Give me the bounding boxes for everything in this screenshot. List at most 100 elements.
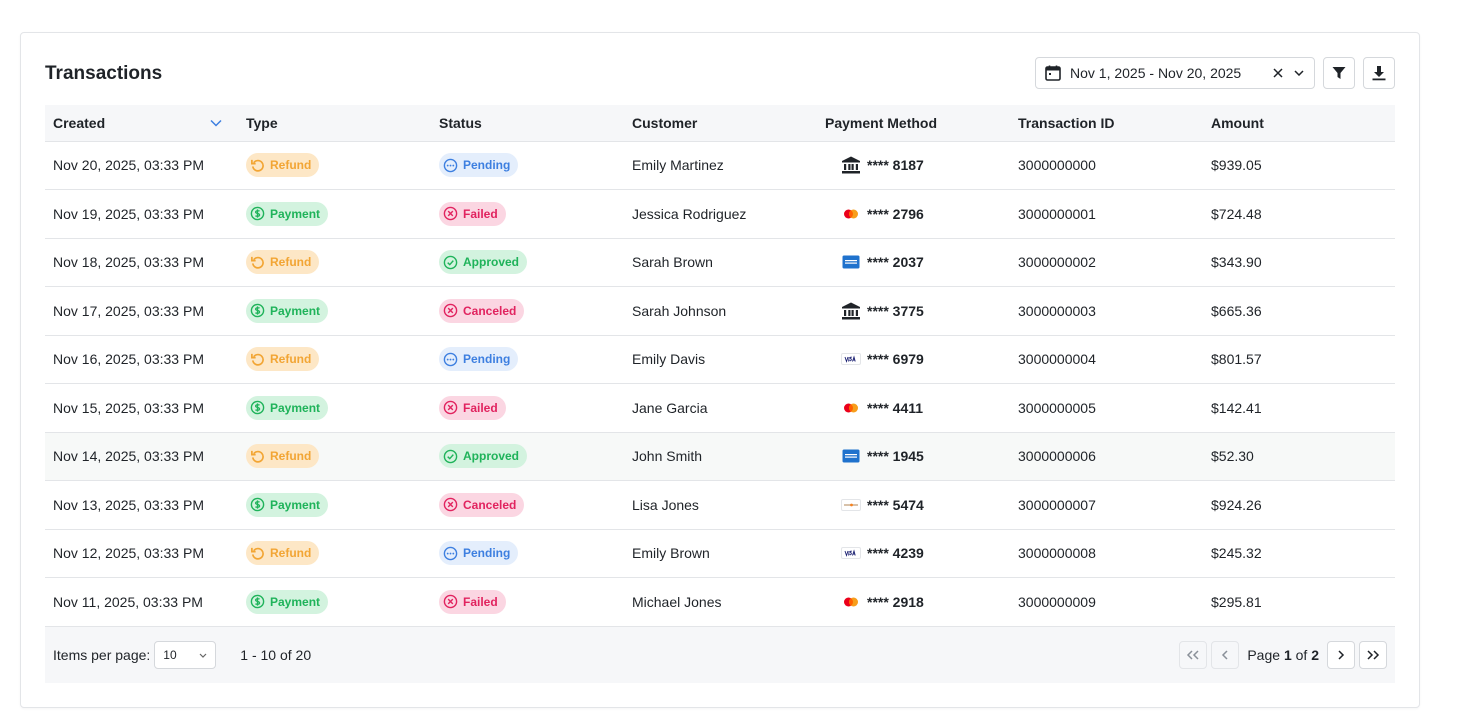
approved-icon bbox=[443, 449, 458, 464]
table-row[interactable]: Nov 20, 2025, 03:33 PM Refund Pending Em… bbox=[45, 141, 1395, 190]
payment-method-cell: **** 2918 bbox=[817, 578, 1010, 627]
clear-icon[interactable] bbox=[1270, 65, 1286, 81]
column-header-amount[interactable]: Amount bbox=[1203, 105, 1395, 142]
table-row[interactable]: Nov 15, 2025, 03:33 PM Payment Failed Ja… bbox=[45, 384, 1395, 432]
dollar-icon bbox=[250, 497, 265, 512]
refund-icon bbox=[250, 546, 265, 561]
card-number: **** 5474 bbox=[867, 496, 924, 513]
sort-chevron-icon[interactable] bbox=[210, 119, 222, 127]
canceled-icon bbox=[443, 303, 458, 318]
type-cell: Payment bbox=[238, 578, 431, 627]
status-cell: Pending bbox=[431, 335, 624, 384]
items-per-page-value: 10 bbox=[163, 648, 177, 662]
filter-icon bbox=[1332, 66, 1346, 80]
amex-icon bbox=[841, 448, 861, 464]
pagination-range: 1 - 10 of 20 bbox=[240, 647, 312, 663]
column-header-customer[interactable]: Customer bbox=[624, 105, 817, 142]
table-header-row: Created Type Status Customer Payment Met… bbox=[45, 105, 1395, 142]
type-badge: Payment bbox=[246, 395, 329, 420]
table-row[interactable]: Nov 17, 2025, 03:33 PM Payment Canceled … bbox=[45, 287, 1395, 335]
type-badge: Refund bbox=[246, 153, 320, 178]
payment-method-cell: **** 2796 bbox=[817, 190, 1010, 239]
table-row[interactable]: Nov 11, 2025, 03:33 PM Payment Failed Mi… bbox=[45, 578, 1395, 627]
amount-cell: $142.41 bbox=[1211, 399, 1262, 416]
first-page-button[interactable] bbox=[1179, 641, 1208, 669]
mastercard-icon bbox=[841, 206, 861, 222]
calendar-icon bbox=[1044, 64, 1062, 82]
amount-cell: $343.90 bbox=[1211, 254, 1262, 271]
table-row[interactable]: Nov 19, 2025, 03:33 PM Payment Failed Je… bbox=[45, 190, 1395, 239]
amount-cell: $724.48 bbox=[1211, 205, 1262, 222]
status-badge: Failed bbox=[439, 395, 506, 420]
chevron-left-icon bbox=[1221, 650, 1229, 660]
column-header-payment-method[interactable]: Payment Method bbox=[817, 105, 1010, 142]
last-page-button[interactable] bbox=[1359, 641, 1387, 669]
chevron-down-icon[interactable] bbox=[1292, 66, 1306, 80]
transaction-id-cell: 3000000006 bbox=[1018, 448, 1096, 465]
mastercard-icon bbox=[841, 594, 861, 610]
card-number: **** 2037 bbox=[867, 254, 924, 271]
dollar-icon bbox=[250, 303, 265, 318]
created-cell: Nov 20, 2025, 03:33 PM bbox=[53, 157, 204, 174]
table-footer: Items per page: 10 1 - 10 of 20 Page 1 o… bbox=[45, 627, 1395, 683]
payment-method-cell: **** 2037 bbox=[817, 238, 1010, 287]
approved-icon bbox=[443, 255, 458, 270]
download-button[interactable] bbox=[1363, 57, 1395, 89]
card-number: **** 8187 bbox=[867, 157, 924, 174]
card-header: Transactions Nov 1, 2025 - Nov 20, 2025 bbox=[45, 57, 1395, 91]
created-cell: Nov 15, 2025, 03:33 PM bbox=[53, 399, 204, 416]
customer-cell: Sarah Brown bbox=[632, 254, 713, 271]
table-row[interactable]: Nov 12, 2025, 03:33 PM Refund Pending Em… bbox=[45, 529, 1395, 578]
amount-cell: $924.26 bbox=[1211, 496, 1262, 513]
date-range-picker[interactable]: Nov 1, 2025 - Nov 20, 2025 bbox=[1035, 57, 1315, 89]
table-row[interactable]: Nov 18, 2025, 03:33 PM Refund Approved S… bbox=[45, 238, 1395, 287]
visa-icon bbox=[841, 545, 861, 561]
refund-icon bbox=[250, 449, 265, 464]
double-chevron-left-icon bbox=[1186, 650, 1200, 660]
refund-icon bbox=[250, 158, 265, 173]
failed-icon bbox=[443, 594, 458, 609]
payment-method-cell: **** 4239 bbox=[817, 529, 1010, 578]
created-cell: Nov 13, 2025, 03:33 PM bbox=[53, 496, 204, 513]
status-badge: Failed bbox=[439, 589, 506, 614]
filter-button[interactable] bbox=[1323, 57, 1355, 89]
transactions-table: Created Type Status Customer Payment Met… bbox=[45, 105, 1395, 627]
status-cell: Pending bbox=[431, 141, 624, 190]
type-badge: Payment bbox=[246, 589, 329, 614]
column-header-status[interactable]: Status bbox=[431, 105, 624, 142]
dollar-icon bbox=[250, 594, 265, 609]
next-page-button[interactable] bbox=[1327, 641, 1355, 669]
type-badge: Refund bbox=[246, 347, 320, 372]
customer-cell: Michael Jones bbox=[632, 593, 722, 610]
type-badge: Refund bbox=[246, 541, 320, 566]
customer-cell: Lisa Jones bbox=[632, 496, 699, 513]
download-icon bbox=[1371, 65, 1387, 81]
prev-page-button[interactable] bbox=[1211, 641, 1240, 669]
column-header-created[interactable]: Created bbox=[45, 105, 238, 142]
type-cell: Refund bbox=[238, 335, 431, 384]
created-cell: Nov 19, 2025, 03:33 PM bbox=[53, 205, 204, 222]
amount-cell: $665.36 bbox=[1211, 302, 1262, 319]
table-row[interactable]: Nov 13, 2025, 03:33 PM Payment Canceled … bbox=[45, 481, 1395, 529]
bank-icon bbox=[841, 156, 861, 174]
page-title: Transactions bbox=[45, 63, 163, 84]
column-header-transaction-id[interactable]: Transaction ID bbox=[1010, 105, 1203, 142]
type-cell: Refund bbox=[238, 238, 431, 287]
status-cell: Pending bbox=[431, 529, 624, 578]
items-per-page-select[interactable]: 10 bbox=[154, 641, 217, 669]
card-number: **** 2918 bbox=[867, 593, 924, 610]
payment-method-cell: **** 8187 bbox=[817, 141, 1010, 190]
transaction-id-cell: 3000000002 bbox=[1018, 254, 1096, 271]
status-badge: Approved bbox=[439, 250, 528, 275]
dollar-icon bbox=[250, 400, 265, 415]
card-number: **** 4239 bbox=[867, 545, 924, 562]
amex-icon bbox=[841, 254, 861, 270]
customer-cell: Jessica Rodriguez bbox=[632, 205, 747, 222]
table-row[interactable]: Nov 14, 2025, 03:33 PM Refund Approved J… bbox=[45, 432, 1395, 481]
transactions-card: Transactions Nov 1, 2025 - Nov 20, 2025 bbox=[20, 32, 1420, 708]
amount-cell: $52.30 bbox=[1211, 448, 1254, 465]
payment-method-cell: **** 6979 bbox=[817, 335, 1010, 384]
type-badge: Payment bbox=[246, 201, 329, 226]
table-row[interactable]: Nov 16, 2025, 03:33 PM Refund Pending Em… bbox=[45, 335, 1395, 384]
column-header-type[interactable]: Type bbox=[238, 105, 431, 142]
